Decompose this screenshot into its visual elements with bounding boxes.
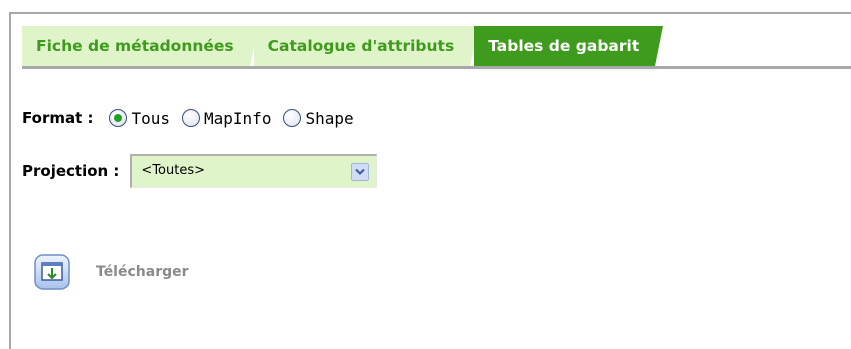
tab-catalogue-attributs[interactable]: Catalogue d'attributs: [253, 26, 478, 66]
format-option-shape-label[interactable]: Shape: [305, 109, 353, 128]
download-icon[interactable]: [34, 254, 70, 290]
chevron-down-icon[interactable]: [351, 163, 370, 181]
format-row: Format : Tous MapInfo Shape: [22, 104, 366, 132]
format-radio-tous[interactable]: [109, 109, 128, 127]
tab-tables-gabarit[interactable]: Tables de gabarit: [474, 26, 664, 66]
projection-select-value: <Toutes>: [141, 163, 205, 178]
projection-row: Projection : <Toutes>: [22, 153, 378, 189]
projection-label: Projection :: [22, 162, 120, 180]
format-option-mapinfo-label[interactable]: MapInfo: [204, 109, 271, 128]
format-radio-shape[interactable]: [283, 109, 302, 127]
radio-selected-dot: [114, 114, 123, 122]
format-label: Format :: [22, 109, 94, 127]
download-label[interactable]: Télécharger: [96, 264, 189, 280]
projection-select[interactable]: <Toutes>: [130, 154, 378, 188]
format-option-tous-label[interactable]: Tous: [131, 109, 170, 128]
download-button[interactable]: Télécharger: [34, 254, 189, 290]
tab-fiche-metadonnees[interactable]: Fiche de métadonnées: [22, 26, 258, 66]
format-radio-mapinfo[interactable]: [182, 109, 201, 127]
tab-bar: Fiche de métadonnées Catalogue d'attribu…: [22, 26, 664, 66]
tab-underline: [22, 66, 851, 69]
